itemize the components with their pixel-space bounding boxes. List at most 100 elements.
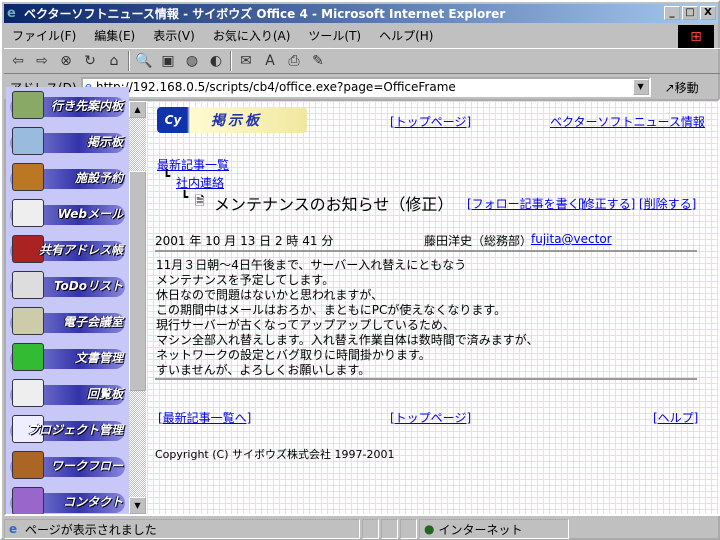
font-icon[interactable]: A bbox=[260, 53, 280, 69]
separator bbox=[128, 51, 130, 71]
address-input[interactable]: e http://192.168.0.5/scripts/cb4/office.… bbox=[80, 77, 651, 97]
sidebar-item[interactable]: 回覧板 bbox=[6, 375, 129, 411]
top-page-link[interactable]: [トップページ] bbox=[390, 113, 471, 130]
sidebar-item[interactable]: 共有アドレス帳 bbox=[6, 231, 129, 267]
delete-article-link[interactable]: [削除する] bbox=[639, 195, 696, 212]
status-cell bbox=[362, 519, 379, 539]
toolbar: ⇦ ⇨ ⊗ ↻ ⌂ 🔍 ▣ ◍ ◐ ✉ A ⎙ ✎ bbox=[4, 48, 720, 74]
item-icon bbox=[12, 199, 44, 227]
go-label: 移動 bbox=[674, 80, 699, 95]
sidebar-item-label: プロジェクト管理 bbox=[26, 422, 123, 437]
item-icon bbox=[12, 163, 44, 191]
globe-icon: ● bbox=[424, 522, 435, 536]
sidebar-scrollbar[interactable]: ▲ ▼ bbox=[129, 101, 146, 514]
scroll-down-button[interactable]: ▼ bbox=[129, 497, 146, 514]
item-icon bbox=[12, 271, 44, 299]
post-date: 2001 年 10 月 13 日 2 時 41 分 bbox=[155, 234, 334, 248]
scroll-thumb[interactable] bbox=[129, 171, 146, 391]
tree-branch-icon: ┗ bbox=[163, 169, 171, 183]
help-link[interactable]: [ヘルプ] bbox=[653, 409, 698, 426]
back-icon[interactable]: ⇦ bbox=[8, 53, 28, 69]
menu-tools[interactable]: ツール(T) bbox=[300, 27, 371, 44]
sidebar-item-label: 行き先案内板 bbox=[50, 98, 123, 113]
sidebar-item[interactable]: 行き先案内板 bbox=[6, 87, 129, 123]
sidebar-item-label: コンタクト bbox=[62, 494, 123, 509]
minimize-button[interactable]: _ bbox=[664, 6, 680, 20]
scroll-up-button[interactable]: ▲ bbox=[129, 101, 146, 118]
edit-article-link[interactable]: [修正する] bbox=[578, 195, 635, 212]
forward-icon[interactable]: ⇨ bbox=[32, 53, 52, 69]
window-title: ベクターソフトニュース情報 - サイボウズ Office 4 - Microso… bbox=[24, 7, 506, 21]
bulletin-board-logo: Cy 掲示板 bbox=[157, 107, 307, 133]
latest-articles-footer-link[interactable]: [最新記事一覧へ] bbox=[158, 409, 251, 426]
content-frame: 行き先案内板掲示板施設予約 Webメール共有アドレス帳 ToDoリスト 電子会議室文書… bbox=[4, 87, 720, 516]
sidebar-item[interactable]: プロジェクト管理 bbox=[6, 411, 129, 447]
stop-icon[interactable]: ⊗ bbox=[56, 53, 76, 69]
divider bbox=[155, 378, 697, 380]
sidebar-item-label: 掲示板 bbox=[86, 134, 123, 149]
windows-logo-icon: ⊞ bbox=[678, 25, 714, 49]
menu-bar: ファイル(F) 編集(E) 表示(V) お気に入り(A) ツール(T) ヘルプ(… bbox=[4, 25, 680, 45]
category-link[interactable]: 社内連絡 bbox=[176, 174, 224, 191]
ie-icon: e bbox=[7, 6, 16, 21]
sidebar-item[interactable]: ToDoリスト bbox=[6, 267, 129, 303]
status-cell bbox=[381, 519, 398, 539]
security-zone: ● インターネット bbox=[419, 519, 569, 539]
title-bar: e ベクターソフトニュース情報 - サイボウズ Office 4 - Micro… bbox=[4, 4, 718, 23]
item-icon bbox=[12, 451, 44, 479]
copyright: Copyright (C) サイボウズ株式会社 1997-2001 bbox=[155, 448, 395, 461]
sidebar-item[interactable]: コンタクト bbox=[6, 483, 129, 514]
article-title: メンテナンスのお知らせ（修正） bbox=[214, 195, 454, 214]
refresh-icon[interactable]: ↻ bbox=[80, 53, 100, 69]
menu-edit[interactable]: 編集(E) bbox=[86, 27, 145, 44]
history-icon[interactable]: ◍ bbox=[182, 53, 202, 69]
sidebar-item-label: 共有アドレス帳 bbox=[38, 242, 123, 257]
edit-icon[interactable]: ✎ bbox=[308, 53, 328, 69]
sidebar-item-label: 回覧板 bbox=[86, 386, 123, 401]
menu-file[interactable]: ファイル(F) bbox=[4, 27, 86, 44]
browser-window: e ベクターソフトニュース情報 - サイボウズ Office 4 - Micro… bbox=[0, 0, 720, 540]
address-url: http://192.168.0.5/scripts/cb4/office.ex… bbox=[96, 80, 456, 94]
status-cell bbox=[400, 519, 417, 539]
menu-view[interactable]: 表示(V) bbox=[145, 27, 205, 44]
site-link[interactable]: ベクターソフトニュース情報 bbox=[550, 113, 705, 130]
sidebar-item[interactable]: 文書管理 bbox=[6, 339, 129, 375]
item-icon bbox=[12, 91, 44, 119]
main-pane: Cy 掲示板 [トップページ] ベクターソフトニュース情報 最新記事一覧 ┗ 社内… bbox=[147, 101, 718, 514]
author: 藤田洋史（総務部） bbox=[424, 234, 533, 248]
item-icon bbox=[12, 127, 44, 155]
top-page-footer-link[interactable]: [トップページ] bbox=[390, 409, 471, 426]
document-icon: 🗎 bbox=[195, 194, 205, 208]
sidebar-item[interactable]: ワークフロー bbox=[6, 447, 129, 483]
tree-branch-icon: ┗ bbox=[181, 190, 189, 204]
zone-label: インターネット bbox=[438, 522, 523, 537]
sidebar-item[interactable]: 電子会議室 bbox=[6, 303, 129, 339]
close-button[interactable]: X bbox=[700, 6, 716, 20]
sidebar-item[interactable]: 掲示板 bbox=[6, 123, 129, 159]
go-button[interactable]: ↗移動 bbox=[665, 79, 699, 96]
item-icon bbox=[12, 307, 44, 335]
sidebar-item[interactable]: 施設予約 bbox=[6, 159, 129, 195]
sidebar-item-label: 文書管理 bbox=[74, 350, 123, 365]
sidebar: 行き先案内板掲示板施設予約 Webメール共有アドレス帳 ToDoリスト 電子会議室文書… bbox=[6, 87, 129, 514]
sidebar-item-label: ワークフロー bbox=[50, 458, 123, 473]
menu-help[interactable]: ヘルプ(H) bbox=[371, 27, 443, 44]
menu-favorites[interactable]: お気に入り(A) bbox=[205, 27, 301, 44]
home-icon[interactable]: ⌂ bbox=[104, 53, 124, 69]
maximize-button[interactable]: □ bbox=[682, 6, 698, 20]
item-icon bbox=[12, 343, 44, 371]
channels-icon[interactable]: ◐ bbox=[206, 53, 226, 69]
search-icon[interactable]: 🔍 bbox=[134, 53, 154, 69]
author-email-link[interactable]: fujita@vector bbox=[531, 232, 612, 246]
sidebar-item-label: 施設予約 bbox=[74, 170, 123, 185]
status-text: ページが表示されました bbox=[4, 519, 360, 539]
separator bbox=[230, 51, 232, 71]
mail-icon[interactable]: ✉ bbox=[236, 53, 256, 69]
sidebar-item[interactable]: Webメール bbox=[6, 195, 129, 231]
follow-article-link[interactable]: [フォロー記事を書く] bbox=[467, 195, 584, 212]
print-icon[interactable]: ⎙ bbox=[284, 53, 304, 69]
favorites-icon[interactable]: ▣ bbox=[158, 53, 178, 69]
article-body: 11月３日朝～4日午後まで、サーバー入れ替えにともなう メンテナンスを予定してし… bbox=[156, 258, 539, 377]
address-dropdown-button[interactable]: ▼ bbox=[632, 79, 649, 95]
divider bbox=[155, 250, 697, 252]
